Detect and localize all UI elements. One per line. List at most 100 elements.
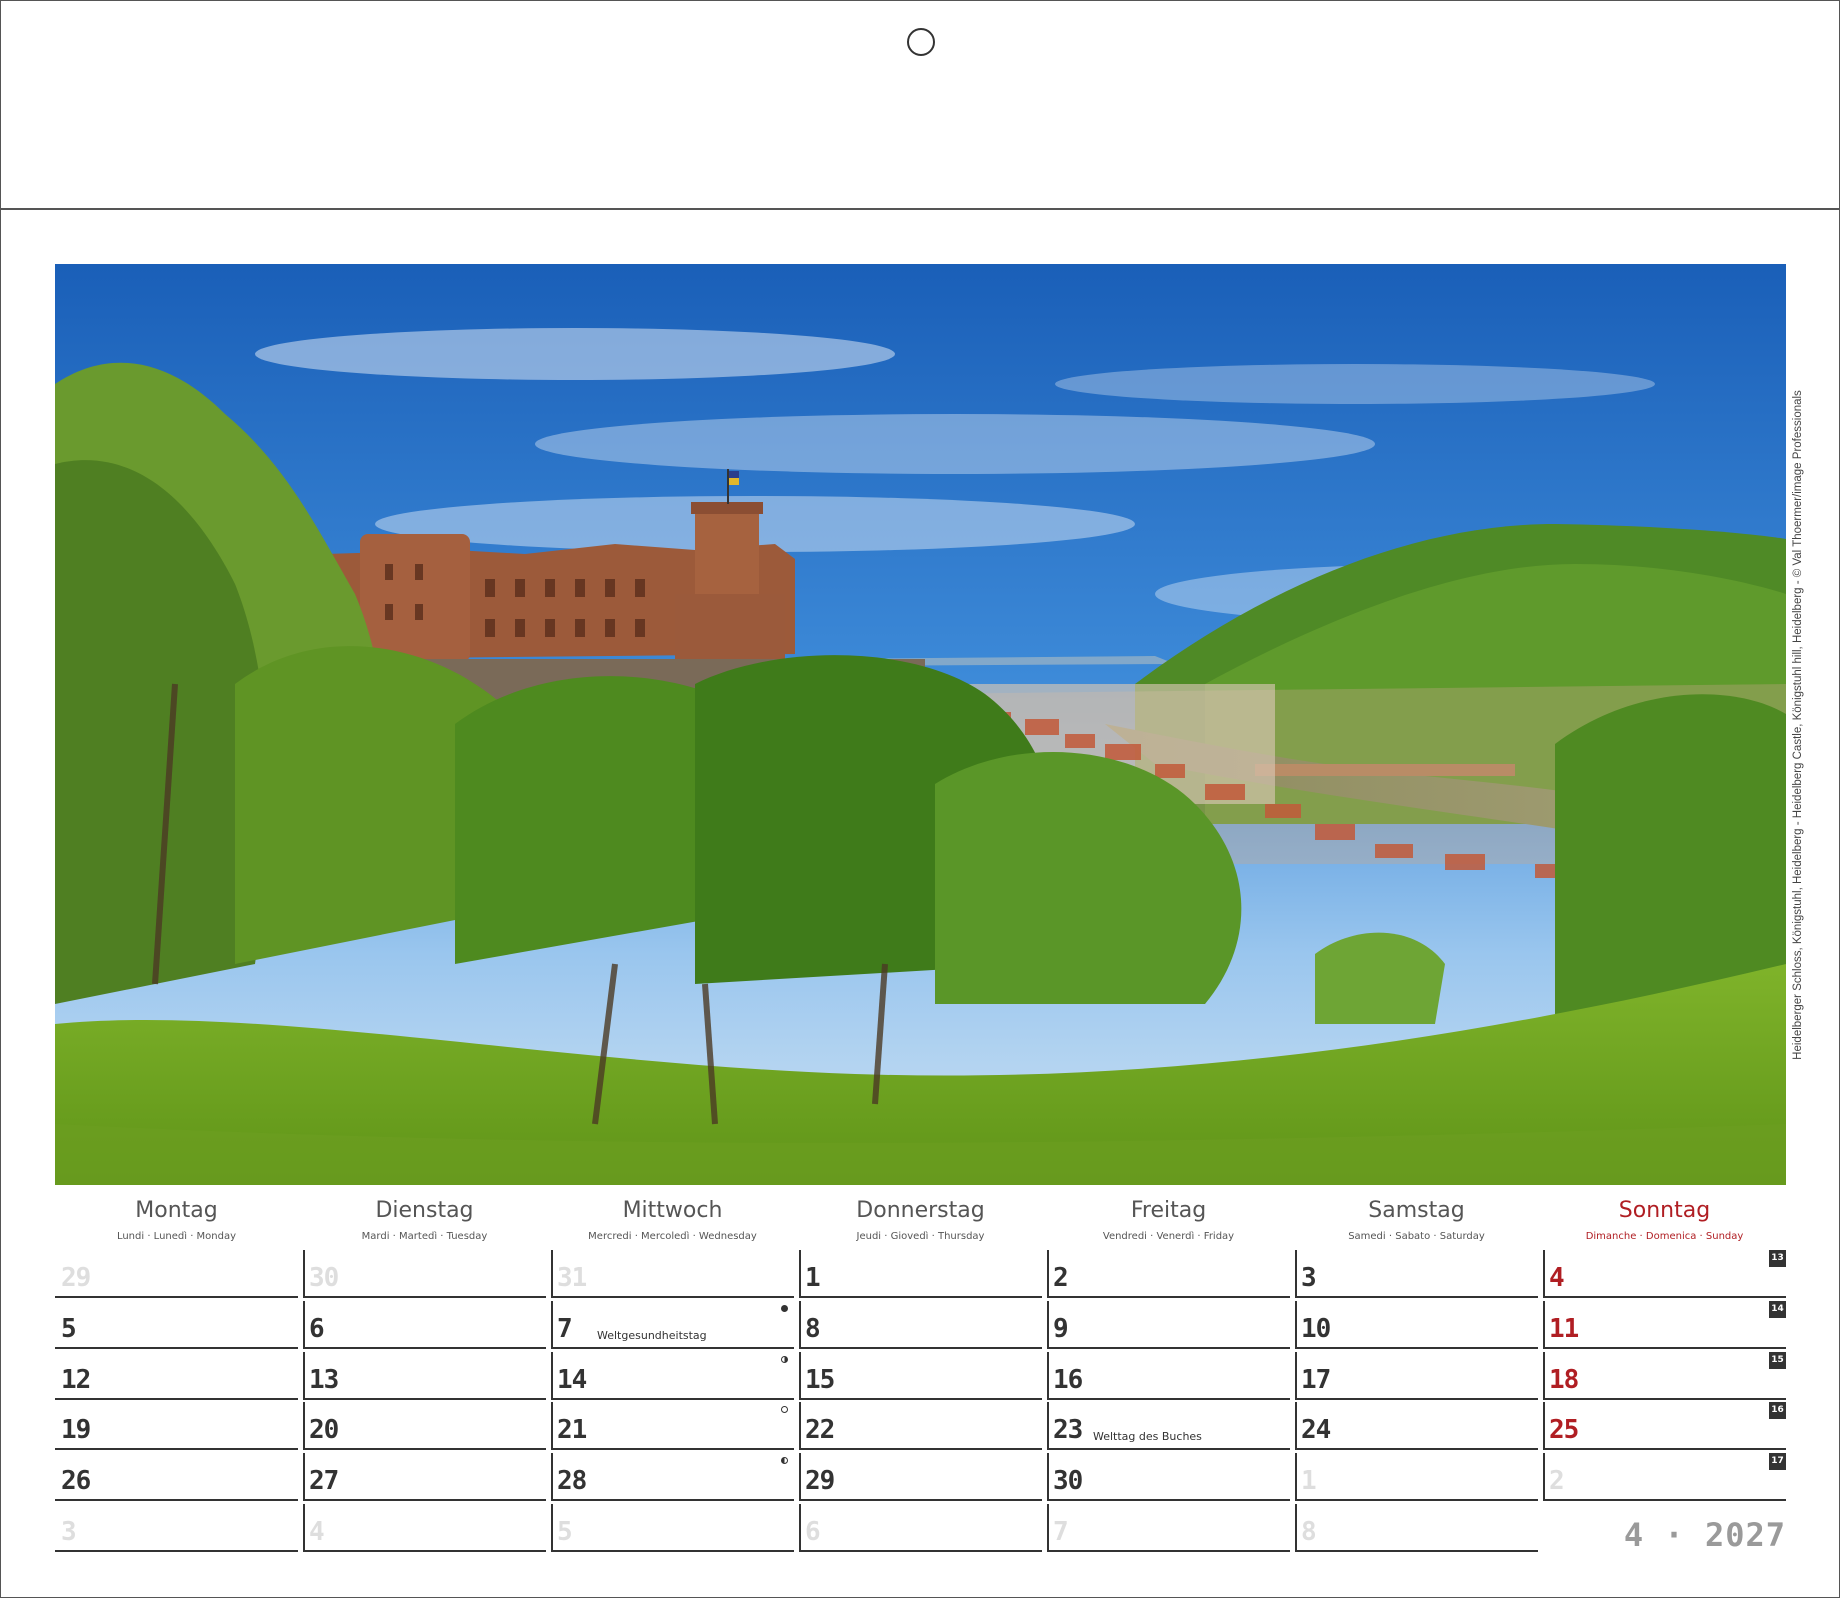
day-number: 12 [61, 1365, 91, 1395]
day-number: 29 [805, 1466, 835, 1496]
cell-divider [1543, 1453, 1545, 1499]
day-number: 11 [1549, 1314, 1579, 1344]
day-number: 26 [61, 1466, 91, 1496]
day-number: 2 [1053, 1263, 1069, 1293]
day-number: 3 [1301, 1263, 1317, 1293]
day-number: 16 [1053, 1365, 1083, 1395]
cell-divider [1295, 1250, 1297, 1296]
day-number: 6 [309, 1314, 325, 1344]
week-number-badge: 16 [1769, 1402, 1786, 1419]
day-number: 28 [557, 1466, 587, 1496]
day-cell: 2 [1047, 1250, 1290, 1298]
day-name: Donnerstag [856, 1198, 985, 1223]
cell-divider [551, 1301, 553, 1347]
day-name: Samstag [1368, 1198, 1465, 1223]
day-cell: 4 [303, 1504, 546, 1552]
day-cell: 27 [303, 1453, 546, 1501]
cell-divider [303, 1301, 305, 1347]
cell-divider [1047, 1301, 1049, 1347]
cell-divider [1047, 1352, 1049, 1398]
holiday-label: Welttag des Buches [1093, 1430, 1202, 1443]
day-number: 2 [1549, 1466, 1565, 1496]
day-number: 25 [1549, 1415, 1579, 1445]
day-cell: 9 [1047, 1301, 1290, 1349]
cell-divider [303, 1453, 305, 1499]
day-name-translations: Jeudi · Giovedì · Thursday [856, 1231, 985, 1242]
day-cell: 7 Weltgesundheitstag [551, 1301, 794, 1349]
cell-divider [303, 1504, 305, 1550]
day-cell: 28 [551, 1453, 794, 1501]
day-number: 9 [1053, 1314, 1069, 1344]
day-number: 7 [557, 1314, 573, 1344]
day-number: 23 [1053, 1415, 1083, 1445]
cell-divider [1295, 1301, 1297, 1347]
day-number: 1 [1301, 1466, 1317, 1496]
day-cell: 22 [799, 1402, 1042, 1450]
holiday-label: Weltgesundheitstag [597, 1329, 707, 1342]
day-number: 13 [309, 1365, 339, 1395]
day-number: 7 [1053, 1517, 1069, 1547]
day-name: Freitag [1130, 1198, 1207, 1223]
cell-divider [1295, 1352, 1297, 1398]
day-number: 22 [805, 1415, 835, 1445]
day-name-translations: Mardi · Martedì · Tuesday [361, 1231, 488, 1242]
day-number: 18 [1549, 1365, 1579, 1395]
day-cell: 6 [799, 1504, 1042, 1552]
day-number: 10 [1301, 1314, 1331, 1344]
day-cell: 24 [1295, 1402, 1538, 1450]
day-cell: 1 [1295, 1453, 1538, 1501]
day-cell: 29 [55, 1250, 298, 1298]
day-header-mittwoch: Mittwoch Mercredi · Mercoledì · Wednesday [551, 1196, 794, 1246]
day-name: Sonntag [1618, 1198, 1711, 1223]
day-cell: 15 [799, 1352, 1042, 1400]
cell-divider [303, 1402, 305, 1448]
day-number: 15 [805, 1365, 835, 1395]
day-cell: 6 [303, 1301, 546, 1349]
day-cell: 30 [1047, 1453, 1290, 1501]
hanger-hole [907, 28, 935, 56]
day-header-sonntag: Sonntag Dimanche · Domenica · Sunday [1543, 1196, 1786, 1246]
day-name: Montag [135, 1198, 218, 1223]
cell-divider [551, 1352, 553, 1398]
week-number-badge: 13 [1769, 1250, 1786, 1267]
week-number-badge: 14 [1769, 1301, 1786, 1318]
cell-divider [551, 1250, 553, 1296]
day-header-donnerstag: Donnerstag Jeudi · Giovedì · Thursday [799, 1196, 1042, 1246]
full-moon-icon [781, 1406, 788, 1413]
day-cell: 26 [55, 1453, 298, 1501]
day-cell: 5 [551, 1504, 794, 1552]
day-cell: 11 14 [1543, 1301, 1786, 1349]
month-year-label: 4 · 2027 [1623, 1516, 1786, 1554]
cell-divider [1295, 1402, 1297, 1448]
day-number: 27 [309, 1466, 339, 1496]
day-number: 29 [61, 1263, 91, 1293]
cell-divider [1295, 1504, 1297, 1550]
cell-divider [1295, 1453, 1297, 1499]
cell-divider [799, 1301, 801, 1347]
day-number: 5 [61, 1314, 77, 1344]
cell-divider [1047, 1250, 1049, 1296]
new-moon-icon [781, 1305, 788, 1312]
day-cell: 2 17 [1543, 1453, 1786, 1501]
day-header-freitag: Freitag Vendredi · Venerdì · Friday [1047, 1196, 1290, 1246]
day-cell: 10 [1295, 1301, 1538, 1349]
day-number: 30 [1053, 1466, 1083, 1496]
cell-divider [1543, 1402, 1545, 1448]
cell-divider [799, 1504, 801, 1550]
day-cell: 25 16 [1543, 1402, 1786, 1450]
cell-divider [799, 1453, 801, 1499]
cell-divider [799, 1402, 801, 1448]
day-header-montag: Montag Lundi · Lunedì · Monday [55, 1196, 298, 1246]
day-name: Mittwoch [622, 1198, 723, 1223]
day-cell: 3 [1295, 1250, 1538, 1298]
day-cell: 19 [55, 1402, 298, 1450]
day-number: 20 [309, 1415, 339, 1445]
day-number: 14 [557, 1365, 587, 1395]
last-moon-icon [781, 1457, 788, 1464]
day-cell: 18 15 [1543, 1352, 1786, 1400]
cell-divider [1047, 1504, 1049, 1550]
day-cell: 30 [303, 1250, 546, 1298]
day-number: 24 [1301, 1415, 1331, 1445]
day-number: 4 [1549, 1263, 1565, 1293]
day-cell: 4 13 [1543, 1250, 1786, 1298]
